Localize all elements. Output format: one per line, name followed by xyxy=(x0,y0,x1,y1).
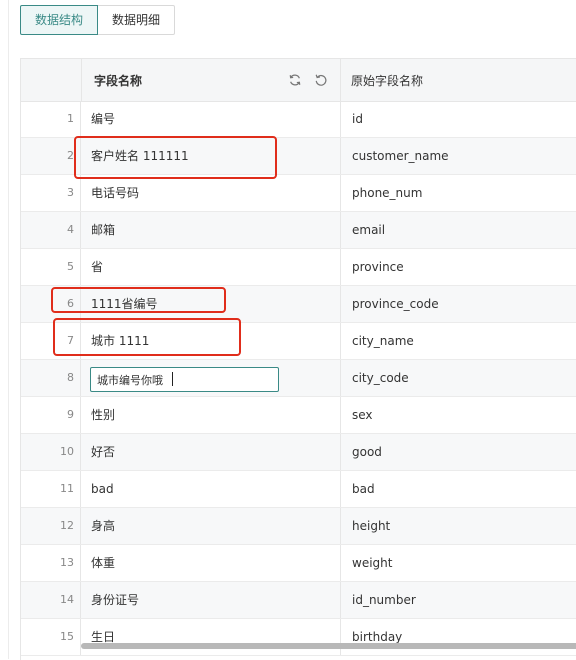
row-index: 15 xyxy=(21,619,81,655)
row-index: 7 xyxy=(21,323,81,359)
table-row: 2 客户姓名 111111 customer_name xyxy=(21,138,576,175)
field-name-edit-cell xyxy=(81,360,341,396)
original-field-cell: id xyxy=(352,112,363,126)
refresh-icon[interactable] xyxy=(287,72,303,88)
original-field-header-label: 原始字段名称 xyxy=(351,74,424,88)
original-field-cell: good xyxy=(352,445,382,459)
table-row: 9 性别 sex xyxy=(21,397,576,434)
row-index: 10 xyxy=(21,434,81,470)
field-name-column-header: 字段名称 xyxy=(81,59,341,101)
table-row: 13 体重 weight xyxy=(21,545,576,582)
field-name-cell[interactable]: 身份证号 xyxy=(81,582,341,618)
field-name-header-label: 字段名称 xyxy=(94,74,143,88)
table-row: 6 1111省编号 province_code xyxy=(21,286,576,323)
field-name-input[interactable] xyxy=(90,367,279,392)
original-field-cell: bad xyxy=(352,482,375,496)
field-name-cell[interactable]: 体重 xyxy=(81,545,341,581)
tab-data-structure[interactable]: 数据结构 xyxy=(20,5,99,35)
original-field-cell: id_number xyxy=(352,593,416,607)
left-border xyxy=(8,0,9,659)
row-index: 8 xyxy=(21,360,81,396)
original-field-cell: sex xyxy=(352,408,373,422)
tab-group: 数据结构 数据明细 xyxy=(20,5,176,35)
table-header: 字段名称 原始字段名称 xyxy=(21,59,576,102)
original-field-cell: province xyxy=(352,260,404,274)
table-row: 11 bad bad xyxy=(21,471,576,508)
field-name-cell[interactable]: 省 xyxy=(81,249,341,285)
table-row: 4 邮箱 email xyxy=(21,212,576,249)
field-name-cell[interactable]: 身高 xyxy=(81,508,341,544)
field-name-cell[interactable]: 1111省编号 xyxy=(81,286,341,322)
table-row: 5 省 province xyxy=(21,249,576,286)
field-name-cell[interactable]: 客户姓名 111111 xyxy=(81,138,341,174)
original-field-cell: city_code xyxy=(352,371,409,385)
row-index: 6 xyxy=(21,286,81,322)
row-index: 11 xyxy=(21,471,81,507)
field-name-cell[interactable]: 城市 1111 xyxy=(81,323,341,359)
index-column-header xyxy=(21,59,82,101)
row-index: 2 xyxy=(21,138,81,174)
original-field-cell: customer_name xyxy=(352,149,449,163)
row-index: 14 xyxy=(21,582,81,618)
field-name-cell[interactable]: 生日 xyxy=(81,619,341,655)
field-name-cell[interactable]: 邮箱 xyxy=(81,212,341,248)
original-field-cell: province_code xyxy=(352,297,439,311)
row-index: 9 xyxy=(21,397,81,433)
original-field-column-header: 原始字段名称 xyxy=(341,59,576,101)
original-field-cell: weight xyxy=(352,556,393,570)
field-name-cell[interactable]: 性别 xyxy=(81,397,341,433)
tab-data-detail[interactable]: 数据明细 xyxy=(98,5,176,35)
table-row: 8 city_code xyxy=(21,360,576,397)
row-index: 12 xyxy=(21,508,81,544)
row-index: 4 xyxy=(21,212,81,248)
table-row: 3 电话号码 phone_num xyxy=(21,175,576,212)
row-index: 13 xyxy=(21,545,81,581)
table-row: 7 城市 1111 city_name xyxy=(21,323,576,360)
table-row: 15 生日 birthday xyxy=(21,619,576,656)
table-row: 10 好否 good xyxy=(21,434,576,471)
field-name-cell[interactable]: 编号 xyxy=(81,101,341,137)
undo-icon[interactable] xyxy=(313,72,329,88)
text-cursor xyxy=(172,372,173,386)
table-row: 14 身份证号 id_number xyxy=(21,582,576,619)
field-table: 字段名称 原始字段名称 1 编号 id 2 客户姓名 111111 custom… xyxy=(20,58,576,660)
original-field-cell: phone_num xyxy=(352,186,423,200)
original-field-cell: birthday xyxy=(352,630,403,644)
row-index: 3 xyxy=(21,175,81,211)
field-name-cell[interactable]: bad xyxy=(81,471,341,507)
horizontal-scrollbar[interactable] xyxy=(81,643,576,649)
field-name-cell[interactable]: 好否 xyxy=(81,434,341,470)
field-name-cell[interactable]: 电话号码 xyxy=(81,175,341,211)
original-field-cell: email xyxy=(352,223,386,237)
table-row: 1 编号 id xyxy=(21,101,576,138)
row-index: 1 xyxy=(21,101,81,137)
original-field-cell: height xyxy=(352,519,391,533)
table-row: 12 身高 height xyxy=(21,508,576,545)
row-index: 5 xyxy=(21,249,81,285)
original-field-cell: city_name xyxy=(352,334,414,348)
